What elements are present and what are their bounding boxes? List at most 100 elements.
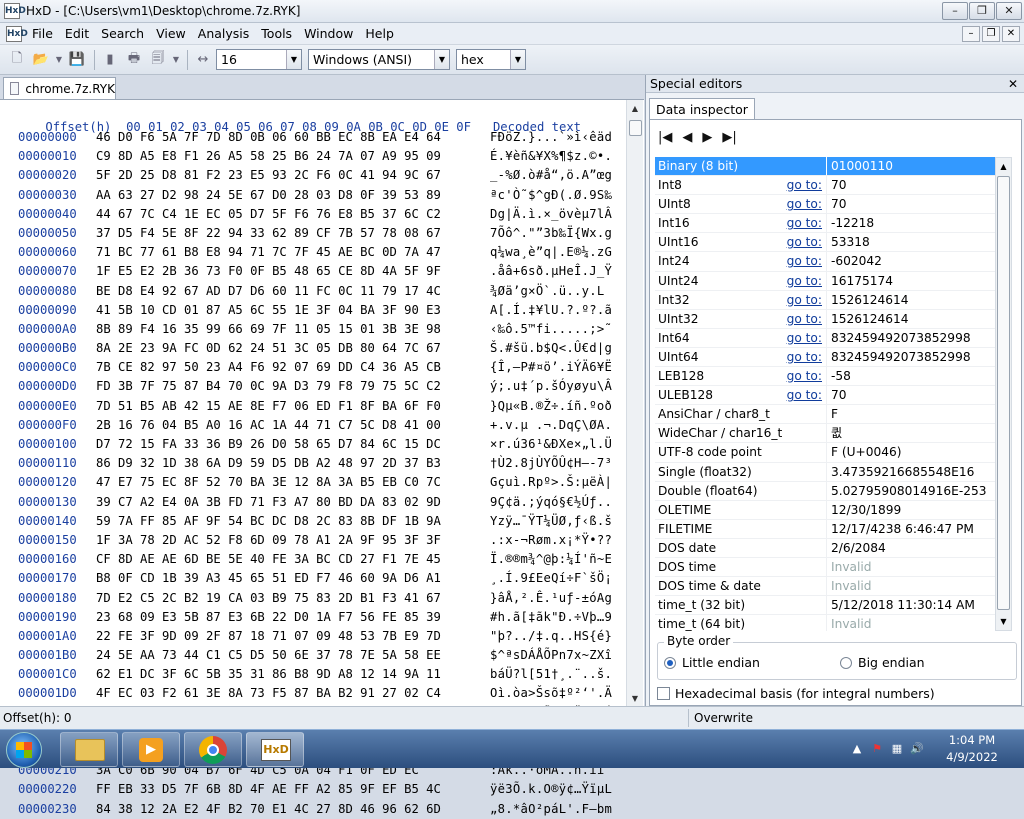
row-decoded-text[interactable]: Oì.òa>Šsõ‡º²‘'.Ä bbox=[478, 684, 612, 703]
goto-link[interactable]: go to: bbox=[787, 386, 822, 404]
inspector-grid[interactable]: Binary (8 bit) 01000110 Int8 go to: 70 UInt8 g… bbox=[655, 157, 995, 631]
hex-row[interactable]: 00000110 86 D9 32 1D 38 6A D9 59 D5 DB A2… bbox=[0, 454, 628, 473]
inspector-row-value[interactable]: Invalid bbox=[827, 615, 995, 631]
hex-row[interactable]: 00000090 41 5B 10 CD 01 87 A5 6C 55 1E 3F… bbox=[0, 301, 628, 320]
hex-row[interactable]: 000000A0 8B 89 F4 16 35 99 66 69 7F 11 05… bbox=[0, 320, 628, 339]
mdi-minimize-button[interactable]: – bbox=[962, 26, 980, 42]
inspector-row-value[interactable]: 12/17/4238 6:46:47 PM bbox=[827, 520, 995, 538]
big-endian-radio[interactable]: Big endian bbox=[840, 655, 925, 670]
row-bytes[interactable]: 24 5E AA 73 44 C1 C5 D5 50 6E 37 78 7E 5… bbox=[88, 646, 478, 665]
goto-link[interactable]: go to: bbox=[787, 176, 822, 194]
inspector-row-value[interactable]: F bbox=[827, 405, 995, 423]
hex-row[interactable]: 00000160 CF 8D AE AE 6D BE 5E 40 FE 3A BC… bbox=[0, 550, 628, 569]
row-decoded-text[interactable]: †Ù2.8jÙYÕÛ¢H—-7³ bbox=[478, 454, 612, 473]
hex-row[interactable]: 00000020 5F 2D 25 D8 81 F2 23 E5 93 2C F6… bbox=[0, 166, 628, 185]
inspector-row-value[interactable]: 8324594920738529​98 bbox=[827, 329, 995, 347]
close-button[interactable]: ✕ bbox=[996, 2, 1022, 20]
inspector-row-value[interactable]: 70 bbox=[827, 386, 995, 404]
hex-row[interactable]: 000001A0 22 FE 3F 9D 09 2F 87 18 71 07 09… bbox=[0, 627, 628, 646]
inspector-row-value[interactable]: 1526124614 bbox=[827, 291, 995, 309]
goto-link[interactable]: go to: bbox=[787, 272, 822, 290]
inspector-row-value[interactable]: 70 bbox=[827, 176, 995, 194]
goto-link[interactable]: go to: bbox=[787, 310, 822, 328]
volume-icon[interactable]: 🔊 bbox=[910, 742, 924, 756]
first-icon[interactable]: |◀ bbox=[658, 130, 672, 145]
hex-row[interactable]: 00000170 B8 0F CD 1B 39 A3 45 65 51 ED F7… bbox=[0, 569, 628, 588]
row-bytes[interactable]: C9 8D A5 E8 F1 26 A5 58 25 B6 24 7A 07 A… bbox=[88, 147, 478, 166]
document-icon[interactable]: HxD bbox=[6, 25, 28, 42]
row-decoded-text[interactable]: Ï.®®m¾^@þ:¼Í'ñ~E bbox=[478, 550, 612, 569]
row-decoded-text[interactable]: ªc'Ò˜$^gÐ(.Ø.9S‰ bbox=[478, 186, 612, 205]
inspector-row[interactable]: UInt24 go to: 16175174 bbox=[655, 271, 995, 291]
export-icon[interactable]: 🗐 bbox=[147, 49, 169, 71]
inspector-row[interactable]: DOS date 2/6/2084 bbox=[655, 538, 995, 558]
row-decoded-text[interactable]: Š.#šü.b$Q<.Û€d|g bbox=[478, 339, 612, 358]
row-bytes[interactable]: 5F 2D 25 D8 81 F2 23 E5 93 2C F6 0C 41 9… bbox=[88, 166, 478, 185]
row-decoded-text[interactable]: É.¥èñ&¥X%¶$z.©•. bbox=[478, 147, 612, 166]
inspector-row-value[interactable]: 53318 bbox=[827, 233, 995, 251]
goto-link[interactable]: go to: bbox=[787, 214, 822, 232]
explorer-taskbar-button[interactable] bbox=[60, 732, 118, 767]
scroll-down-icon[interactable]: ▼ bbox=[627, 690, 643, 707]
row-decoded-text[interactable]: }âÅ,².Ê.¹uƒ-±óAg bbox=[478, 589, 612, 608]
row-decoded-text[interactable]: Yzÿ…¯ŸT¼ÜØ,ƒ‹ß.š bbox=[478, 512, 612, 531]
status-mode[interactable]: Overwrite bbox=[694, 711, 753, 725]
chevron-down-icon[interactable]: ▼ bbox=[510, 50, 525, 69]
menu-help[interactable]: Help bbox=[359, 23, 400, 45]
network-icon[interactable]: ▦ bbox=[890, 742, 904, 756]
inspector-row[interactable]: ULEB128 go to: 70 bbox=[655, 386, 995, 406]
row-bytes[interactable]: 7B CE 82 97 50 23 A4 F6 92 07 69 DD C4 3… bbox=[88, 358, 478, 377]
clock-date[interactable]: 4/9/2022 bbox=[932, 750, 1012, 764]
hex-row[interactable]: 000000B0 8A 2E 23 9A FC 0D 62 24 51 3C 05… bbox=[0, 339, 628, 358]
row-decoded-text[interactable]: .åâ+6sð.µHeÎ.J_Ÿ bbox=[478, 262, 612, 281]
row-decoded-text[interactable]: .:x-¬Røm.x¡*Ÿ•?? bbox=[478, 531, 612, 550]
scroll-thumb[interactable] bbox=[629, 120, 642, 136]
inspector-row[interactable]: UTF-8 code point F (U+0046) bbox=[655, 443, 995, 463]
hex-row[interactable]: 00000010 C9 8D A5 E8 F1 26 A5 58 25 B6 24… bbox=[0, 147, 628, 166]
row-decoded-text[interactable]: ¸.Í.9£EeQí÷F`šÖ¡ bbox=[478, 569, 612, 588]
inspector-row[interactable]: UInt64 go to: 832459492073852998 bbox=[655, 347, 995, 368]
hex-row[interactable]: 00000100 D7 72 15 FA 33 36 B9 26 D0 58 65… bbox=[0, 435, 628, 454]
goto-link[interactable]: go to: bbox=[787, 367, 822, 385]
inspector-row[interactable]: UInt32 go to: 1526124614 bbox=[655, 309, 995, 329]
row-bytes[interactable]: 1F 3A 78 2D AC 52 F8 6D 09 78 A1 2A 9F 9… bbox=[88, 531, 478, 550]
hex-row[interactable]: 000001C0 62 E1 DC 3F 6C 5B 35 31 86 B8 9D… bbox=[0, 665, 628, 684]
action-center-icon[interactable]: ⚑ bbox=[870, 742, 884, 756]
row-decoded-text[interactable]: Dg|Ä.ì.×_övèµ7lÂ bbox=[478, 205, 612, 224]
chrome-taskbar-button[interactable] bbox=[184, 732, 242, 767]
scroll-thumb[interactable] bbox=[997, 176, 1010, 610]
hex-row[interactable]: 00000120 47 E7 75 EC 8F 52 70 BA 3E 12 8A… bbox=[0, 473, 628, 492]
start-button[interactable] bbox=[6, 732, 42, 768]
inspector-row[interactable]: WideChar / char16_t 큆 bbox=[655, 424, 995, 444]
previous-icon[interactable]: ◀ bbox=[682, 130, 692, 145]
hex-row[interactable]: 00000060 71 BC 77 61 B8 E8 94 71 7C 7F 45… bbox=[0, 243, 628, 262]
hex-row[interactable]: 00000050 37 D5 F4 5E 8F 22 94 33 62 89 CF… bbox=[0, 224, 628, 243]
inspector-row-value[interactable]: 70 bbox=[827, 195, 995, 213]
row-decoded-text[interactable]: q¼wa¸è”q|.E®¼.zG bbox=[478, 243, 612, 262]
inspector-row[interactable]: Double (float64) 5.02795908014916E-253 bbox=[655, 481, 995, 501]
inspector-row-value[interactable]: 3.47359216685548E16 bbox=[827, 463, 995, 481]
last-icon[interactable]: ▶| bbox=[722, 130, 736, 145]
row-decoded-text[interactable]: _-%Ø.ò#å“,ö.A”œg bbox=[478, 166, 612, 185]
inspector-row[interactable]: UInt16 go to: 53318 bbox=[655, 233, 995, 253]
hex-row[interactable]: 00000130 39 C7 A2 E4 0A 3B FD 71 F3 A7 80… bbox=[0, 493, 628, 512]
row-bytes[interactable]: 39 C7 A2 E4 0A 3B FD 71 F3 A7 80 BD DA 8… bbox=[88, 493, 478, 512]
hex-row[interactable]: 000000F0 2B 16 76 04 B5 A0 16 AC 1A 44 71… bbox=[0, 416, 628, 435]
row-bytes[interactable]: 47 E7 75 EC 8F 52 70 BA 3E 12 8A 3A B5 E… bbox=[88, 473, 478, 492]
goto-link[interactable]: go to: bbox=[787, 348, 822, 366]
row-bytes[interactable]: AA 63 27 D2 98 24 5E 67 D0 28 03 D8 0F 3… bbox=[88, 186, 478, 205]
inspector-row-value[interactable]: Invalid bbox=[827, 558, 995, 576]
row-decoded-text[interactable]: }Qµ«B.®Ž÷.íñ.ºoð bbox=[478, 397, 612, 416]
inspector-row-value[interactable]: 2/6/2084 bbox=[827, 539, 995, 557]
scroll-up-icon[interactable]: ▲ bbox=[627, 100, 643, 117]
hex-row[interactable]: 00000220 FF EB 33 D5 7F 6B 8D 4F AE FF A2… bbox=[0, 780, 628, 799]
inspector-row[interactable]: Int8 go to: 70 bbox=[655, 176, 995, 196]
show-hidden-icons-icon[interactable]: ▲ bbox=[850, 742, 864, 756]
row-bytes[interactable]: 86 D9 32 1D 38 6A D9 59 D5 DB A2 48 97 2… bbox=[88, 454, 478, 473]
new-file-icon[interactable]: 🗋 bbox=[6, 49, 28, 71]
inspector-row-value[interactable]: Invalid bbox=[827, 577, 995, 595]
row-decoded-text[interactable]: A[.Í.‡¥lU.?.º?.ã bbox=[478, 301, 612, 320]
menu-view[interactable]: View bbox=[150, 23, 192, 45]
inspector-row-value[interactable]: 5/12/2018 11:30:14 AM bbox=[827, 596, 995, 614]
row-decoded-text[interactable]: #h.ã[‡ãk"Ð.÷Vþ…9 bbox=[478, 608, 612, 627]
